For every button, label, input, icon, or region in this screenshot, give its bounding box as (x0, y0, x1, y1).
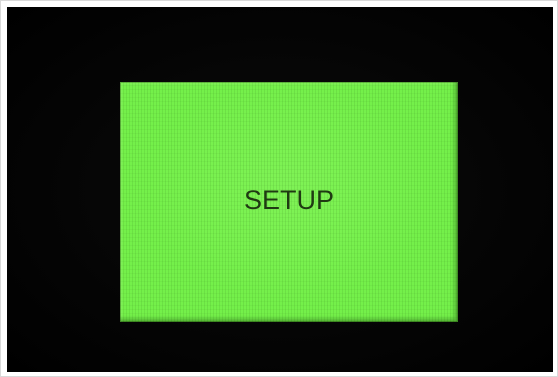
device-bezel: SETUP (7, 7, 553, 372)
lcd-screen[interactable]: SETUP (120, 82, 458, 322)
photo-frame: SETUP (0, 0, 558, 377)
setup-label: SETUP (243, 185, 335, 215)
